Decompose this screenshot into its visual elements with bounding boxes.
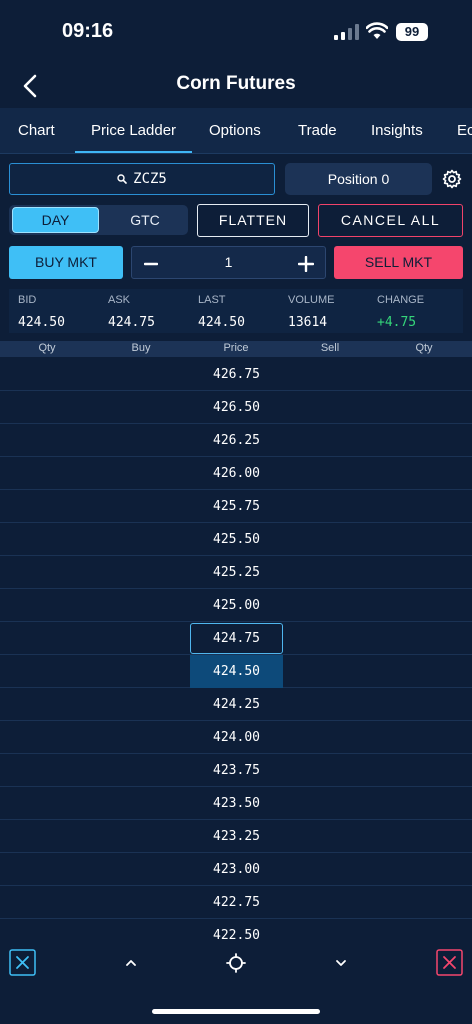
ladder-row[interactable]: 424.25 — [0, 688, 472, 721]
ladder-header: Qty Buy Price Sell Qty — [0, 341, 472, 357]
ladder-price: 424.50 — [190, 655, 283, 688]
ladder-row[interactable]: 423.25 — [0, 820, 472, 853]
ladder-row[interactable]: 424.50 — [0, 655, 472, 688]
time-in-force-toggle: DAY GTC — [9, 205, 188, 235]
ladder-price: 426.50 — [213, 400, 260, 415]
nav-bar: Corn Futures — [0, 64, 472, 108]
ladder-row[interactable]: 425.50 — [0, 523, 472, 556]
ladder-row[interactable]: 422.75 — [0, 886, 472, 919]
increment-button[interactable] — [295, 247, 317, 278]
header-qty-sell: Qty — [415, 342, 433, 354]
ladder-row[interactable]: 425.75 — [0, 490, 472, 523]
ladder-row[interactable]: 426.50 — [0, 391, 472, 424]
tif-day-button[interactable]: DAY — [12, 207, 99, 233]
crosshair-icon[interactable] — [226, 953, 246, 973]
last-label: LAST — [198, 294, 226, 306]
tab-bar: Chart Price Ladder Options Trade Insight… — [0, 108, 472, 154]
change-label: CHANGE — [377, 294, 425, 306]
ladder-price: 426.75 — [213, 367, 260, 382]
volume-label: VOLUME — [288, 294, 335, 306]
close-box-icon[interactable] — [9, 949, 36, 976]
plus-icon — [297, 255, 315, 273]
ladder-price: 426.00 — [213, 466, 260, 481]
ask-value: 424.75 — [108, 315, 155, 330]
price-ladder[interactable]: 426.75 426.50 426.25 426.00 425.75 425.50 425.… — [0, 358, 472, 940]
tab-price-ladder[interactable]: Price Ladder — [74, 108, 193, 153]
ladder-row[interactable]: 423.50 — [0, 787, 472, 820]
header-qty-buy: Qty — [38, 342, 56, 354]
status-time: 09:16 — [62, 20, 114, 42]
ladder-row[interactable]: 423.75 — [0, 754, 472, 787]
close-box-red-icon[interactable] — [436, 949, 463, 976]
ladder-row[interactable]: 424.75 — [0, 622, 472, 655]
tab-options[interactable]: Options — [209, 108, 261, 153]
battery-indicator: 99 — [396, 23, 428, 41]
ladder-price: 425.00 — [213, 598, 260, 613]
header-buy: Buy — [131, 342, 151, 354]
ladder-price: 423.00 — [213, 862, 260, 877]
header-sell: Sell — [320, 342, 340, 354]
ladder-price: 424.00 — [213, 730, 260, 745]
ladder-price: 425.50 — [213, 532, 260, 547]
volume-value: 13614 — [288, 315, 328, 330]
page-title: Corn Futures — [176, 73, 296, 94]
bid-value: 424.50 — [18, 315, 65, 330]
tab-trade[interactable]: Trade — [298, 108, 337, 153]
position-display: Position 0 — [285, 163, 432, 195]
minus-icon — [143, 262, 159, 266]
tab-economics[interactable]: Ec — [457, 108, 472, 153]
ladder-row[interactable]: 426.25 — [0, 424, 472, 457]
chevron-down-icon[interactable] — [334, 956, 348, 970]
chevron-up-icon[interactable] — [124, 956, 138, 970]
tab-insights[interactable]: Insights — [371, 108, 423, 153]
tab-chart[interactable]: Chart — [18, 108, 55, 153]
ladder-price: 424.75 — [190, 623, 283, 654]
ladder-price: 425.75 — [213, 499, 260, 514]
buy-market-button[interactable]: BUY MKT — [9, 246, 123, 279]
ladder-row[interactable]: 425.00 — [0, 589, 472, 622]
quote-strip: BID 424.50 ASK 424.75 LAST 424.50 VOLUME… — [9, 289, 463, 333]
status-bar: 09:16 99 — [0, 0, 472, 64]
quantity-value[interactable]: 1 — [172, 247, 285, 278]
ladder-row[interactable]: 422.50 — [0, 919, 472, 940]
gear-icon[interactable] — [442, 169, 462, 189]
tif-gtc-button[interactable]: GTC — [105, 207, 185, 233]
flatten-button[interactable]: FLATTEN — [197, 204, 309, 237]
ladder-price: 422.50 — [213, 928, 260, 940]
ladder-row[interactable]: 423.00 — [0, 853, 472, 886]
search-icon — [117, 174, 127, 184]
ladder-price: 423.75 — [213, 763, 260, 778]
ladder-price: 422.75 — [213, 895, 260, 910]
quantity-stepper: 1 — [131, 246, 326, 279]
bid-label: BID — [18, 294, 37, 306]
wifi-icon — [366, 22, 388, 39]
ladder-row[interactable]: 425.25 — [0, 556, 472, 589]
ask-label: ASK — [108, 294, 131, 306]
ladder-price: 423.25 — [213, 829, 260, 844]
header-price: Price — [223, 342, 249, 354]
last-value: 424.50 — [198, 315, 245, 330]
home-indicator — [152, 1009, 320, 1014]
ladder-row[interactable]: 424.00 — [0, 721, 472, 754]
ladder-price: 425.25 — [213, 565, 260, 580]
symbol-search-input[interactable]: ZCZ5 — [9, 163, 275, 195]
ladder-price: 426.25 — [213, 433, 260, 448]
change-value: +4.75 — [377, 315, 417, 330]
symbol-text: ZCZ5 — [133, 171, 167, 187]
decrement-button[interactable] — [140, 247, 162, 278]
ladder-price: 423.50 — [213, 796, 260, 811]
ladder-row[interactable]: 426.00 — [0, 457, 472, 490]
cancel-all-button[interactable]: CANCEL ALL — [318, 204, 463, 237]
cellular-signal-icon — [334, 24, 359, 40]
ladder-price: 424.25 — [213, 697, 260, 712]
ladder-row[interactable]: 426.75 — [0, 358, 472, 391]
sell-market-button[interactable]: SELL MKT — [334, 246, 463, 279]
